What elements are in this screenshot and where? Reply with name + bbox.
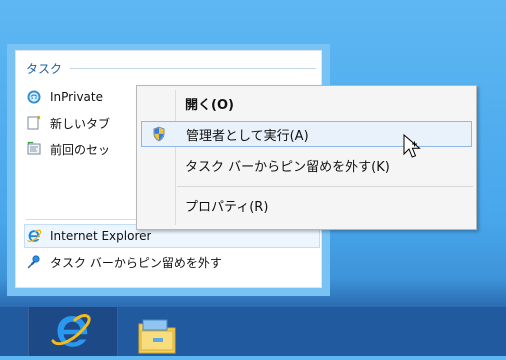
menu-item-label: 管理者として実行(A) xyxy=(186,128,309,144)
menu-item-label: 開く(O) xyxy=(185,97,234,113)
restore-session-icon xyxy=(26,141,42,157)
tasks-section-label: タスク xyxy=(26,61,63,76)
taskbar-button-file-explorer[interactable] xyxy=(122,307,192,356)
taskbar-button-internet-explorer[interactable] xyxy=(28,307,118,356)
pin-icon xyxy=(26,254,42,270)
jumplist-item-label: InPrivate xyxy=(50,90,103,104)
folder-icon xyxy=(135,316,181,356)
menu-divider xyxy=(177,186,473,187)
jumplist-item-label: 新しいタブ xyxy=(50,116,111,131)
section-divider xyxy=(70,68,316,69)
menu-item-label: タスク バーからピン留めを外す(K) xyxy=(185,159,390,175)
inprivate-icon xyxy=(26,89,42,105)
mouse-cursor-icon xyxy=(402,133,426,163)
menu-item-label: プロパティ(R) xyxy=(185,199,269,215)
menu-item-properties[interactable]: プロパティ(R) xyxy=(141,192,472,218)
jumplist-item-label: タスク バーからピン留めを外す xyxy=(50,255,222,270)
menu-item-open[interactable]: 開く(O) xyxy=(141,90,472,116)
tasks-section-header: タスク xyxy=(26,59,316,77)
uac-shield-icon xyxy=(142,126,176,142)
ie-icon xyxy=(26,228,42,244)
new-tab-icon xyxy=(26,115,42,131)
jumplist-item-label: 前回のセッ xyxy=(50,142,111,157)
jumplist-item-unpin[interactable]: タスク バーからピン留めを外す xyxy=(26,250,316,274)
taskbar xyxy=(0,307,506,356)
jumplist-item-label: Internet Explorer xyxy=(50,229,152,243)
ie-icon xyxy=(49,310,97,352)
